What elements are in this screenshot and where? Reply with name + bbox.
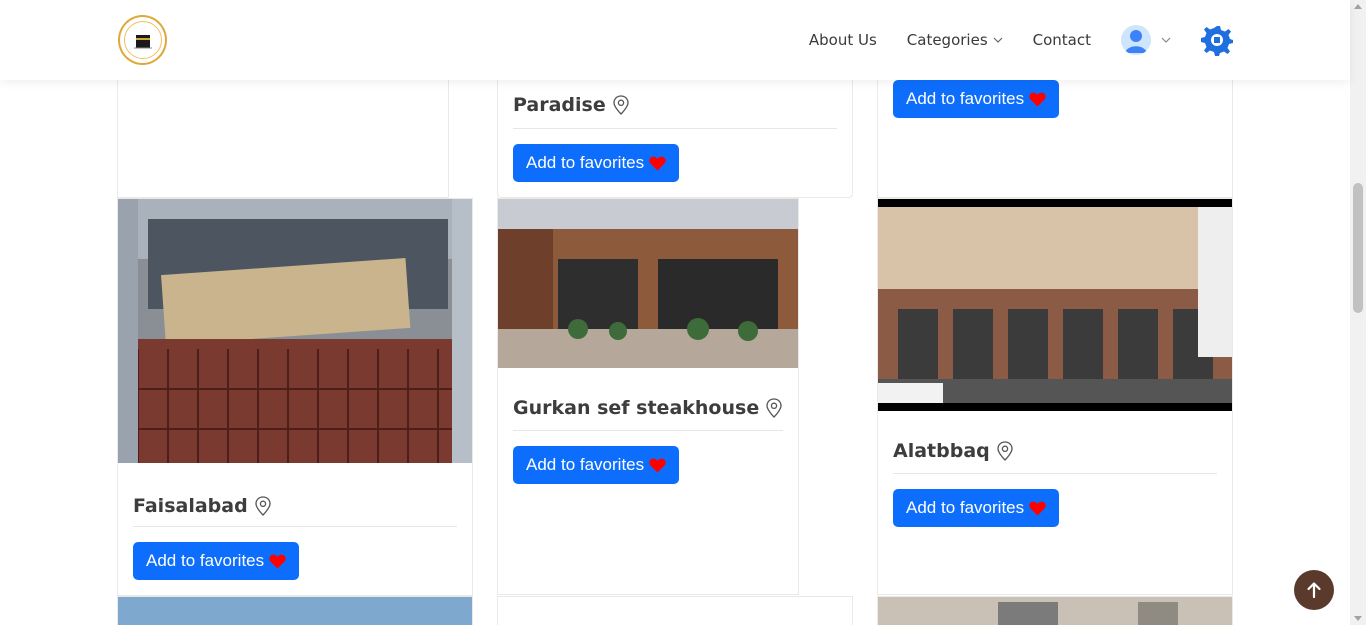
restaurant-photo[interactable] xyxy=(118,597,472,625)
add-to-favorites-button[interactable]: Add to favorites xyxy=(133,542,300,580)
heart-icon xyxy=(269,554,286,568)
restaurant-card-top-left xyxy=(117,60,449,198)
location-pin-icon[interactable] xyxy=(254,496,272,516)
site-header: About Us Categories Contact xyxy=(0,0,1350,80)
page-scrollbar[interactable] xyxy=(1350,0,1366,625)
restaurant-card-faisalabad: Faisalabad Add to favorites xyxy=(117,198,473,596)
chevron-down-icon xyxy=(1161,37,1171,43)
card-divider xyxy=(133,526,457,527)
card-divider xyxy=(513,128,837,129)
scroll-down-arrow-icon[interactable] xyxy=(1354,616,1362,621)
user-menu[interactable] xyxy=(1121,25,1171,55)
add-to-favorites-label: Add to favorites xyxy=(906,89,1025,108)
add-to-favorites-label: Add to favorites xyxy=(906,498,1025,517)
add-to-favorites-label: Add to favorites xyxy=(526,153,645,172)
restaurant-photo[interactable] xyxy=(498,199,798,368)
add-to-favorites-button[interactable]: Add to favorites xyxy=(513,446,680,484)
restaurant-card-bottom-center xyxy=(497,596,853,625)
location-pin-icon[interactable] xyxy=(765,398,783,418)
restaurant-card-bottom-right xyxy=(877,596,1233,625)
restaurant-photo[interactable] xyxy=(118,199,472,463)
restaurant-card-gurkan-sef: Gurkan sef steakhouse Add to favorites xyxy=(497,198,799,595)
card-title[interactable]: Faisalabad xyxy=(133,495,272,517)
nav-about-us-label: About Us xyxy=(808,31,877,49)
restaurant-card-bottom-left xyxy=(117,596,473,625)
card-title-text: Alatbbaq xyxy=(893,440,990,462)
heart-icon xyxy=(1029,501,1046,515)
main-nav: About Us Categories Contact xyxy=(809,0,1350,80)
heart-icon xyxy=(649,458,666,472)
card-divider xyxy=(513,430,783,431)
restaurant-card-paradise: Paradise Add to favorites xyxy=(497,60,853,198)
arrow-up-icon xyxy=(1307,582,1321,599)
chevron-down-icon xyxy=(993,37,1003,43)
logo-emblem xyxy=(123,21,162,59)
add-to-favorites-button[interactable]: Add to favorites xyxy=(893,80,1060,118)
nav-categories-label: Categories xyxy=(906,31,988,49)
add-to-favorites-button[interactable]: Add to favorites xyxy=(893,489,1060,527)
restaurant-photo[interactable] xyxy=(878,597,1232,625)
restaurant-card-top-right: Add to favorites xyxy=(877,60,1233,198)
heart-icon xyxy=(649,156,666,170)
scroll-up-arrow-icon[interactable] xyxy=(1354,4,1362,9)
add-to-favorites-label: Add to favorites xyxy=(146,551,265,570)
kaaba-icon xyxy=(133,35,152,49)
gear-icon[interactable] xyxy=(1201,24,1233,56)
location-pin-icon[interactable] xyxy=(612,95,630,115)
card-title[interactable]: Gurkan sef steakhouse xyxy=(513,397,783,419)
card-title[interactable]: Paradise xyxy=(513,94,630,116)
nav-categories[interactable]: Categories xyxy=(907,31,1003,49)
nav-contact-label: Contact xyxy=(1032,31,1091,49)
scrollbar-thumb[interactable] xyxy=(1353,183,1363,313)
restaurant-photo[interactable] xyxy=(878,199,1232,411)
heart-icon xyxy=(1029,92,1046,106)
nav-about-us[interactable]: About Us xyxy=(809,31,877,49)
user-avatar-icon xyxy=(1121,25,1151,55)
add-to-favorites-button[interactable]: Add to favorites xyxy=(513,144,680,182)
back-to-top-button[interactable] xyxy=(1294,570,1334,610)
nav-contact[interactable]: Contact xyxy=(1033,31,1091,49)
site-logo[interactable] xyxy=(118,15,167,65)
card-divider xyxy=(893,473,1217,474)
card-title-text: Gurkan sef steakhouse xyxy=(513,397,760,419)
restaurant-card-alatbbaq: Alatbbaq Add to favorites xyxy=(877,198,1233,595)
card-title-text: Paradise xyxy=(513,94,606,116)
card-title[interactable]: Alatbbaq xyxy=(893,440,1014,462)
card-title-text: Faisalabad xyxy=(133,495,248,517)
add-to-favorites-label: Add to favorites xyxy=(526,455,645,474)
location-pin-icon[interactable] xyxy=(996,441,1014,461)
